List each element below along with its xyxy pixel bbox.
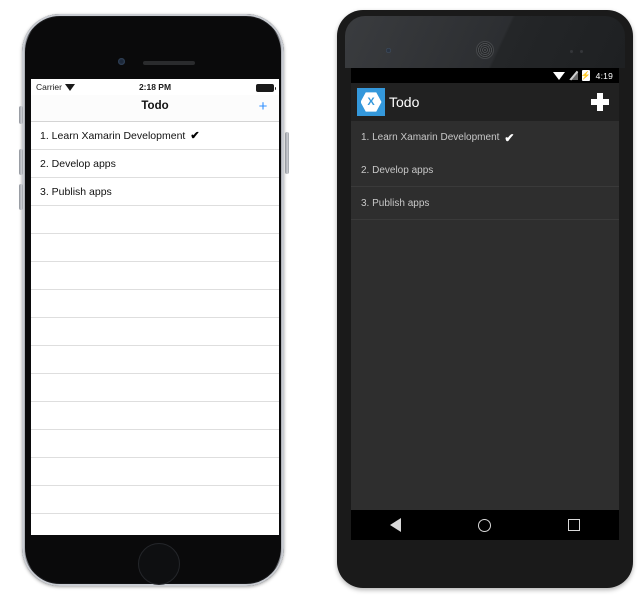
empty-list-row bbox=[31, 234, 279, 262]
empty-list-row bbox=[31, 346, 279, 374]
add-item-button[interactable] bbox=[591, 93, 609, 111]
android-clock: 4:19 bbox=[595, 70, 613, 81]
android-empty-area bbox=[351, 220, 619, 478]
checkmark-icon: ✔ bbox=[504, 130, 515, 145]
list-item-label: 1. Learn Xamarin Development bbox=[40, 129, 186, 142]
proximity-sensor bbox=[570, 50, 573, 53]
empty-list-row bbox=[31, 206, 279, 234]
home-button-outer[interactable] bbox=[138, 543, 180, 585]
home-icon[interactable] bbox=[477, 518, 491, 532]
android-action-bar: X Todo bbox=[351, 83, 619, 121]
empty-list-row bbox=[31, 290, 279, 318]
recents-icon[interactable] bbox=[568, 519, 581, 531]
ios-status-bar: Carrier 2:18 PM bbox=[31, 79, 279, 95]
android-status-bar: ⚡ 4:19 bbox=[351, 68, 619, 83]
empty-list-row bbox=[31, 374, 279, 402]
empty-list-row bbox=[31, 486, 279, 514]
iphone-device: Carrier 2:18 PM Todo + 1. Learn Xamarin … bbox=[14, 14, 292, 586]
empty-list-row bbox=[31, 458, 279, 486]
volume-down-button[interactable] bbox=[19, 184, 23, 210]
list-item[interactable]: 2. Develop apps bbox=[31, 150, 279, 178]
xamarin-hexagon-icon: X bbox=[360, 92, 382, 112]
add-item-button[interactable]: + bbox=[255, 99, 271, 115]
list-item-label: 3. Publish apps bbox=[361, 197, 430, 209]
ios-navigation-bar: Todo + bbox=[31, 95, 279, 122]
signal-off-icon bbox=[568, 71, 578, 80]
list-item[interactable]: 1. Learn Xamarin Development ✔ bbox=[351, 121, 619, 154]
android-device: ⚡ 4:19 X Todo 1. Learn Xamarin Developme… bbox=[337, 10, 633, 590]
android-screen: ⚡ 4:19 X Todo 1. Learn Xamarin Developme… bbox=[351, 68, 619, 540]
volume-up-button[interactable] bbox=[19, 149, 23, 175]
power-button[interactable] bbox=[285, 132, 289, 174]
earpiece-speaker bbox=[143, 61, 195, 65]
silent-switch[interactable] bbox=[19, 106, 23, 124]
empty-list-row bbox=[31, 318, 279, 346]
list-item[interactable]: 1. Learn Xamarin Development ✔ bbox=[31, 122, 279, 150]
front-camera-icon bbox=[386, 48, 391, 53]
battery-icon bbox=[256, 83, 276, 92]
battery-charging-icon: ⚡ bbox=[580, 70, 591, 81]
android-todo-list[interactable]: 1. Learn Xamarin Development ✔ 2. Develop … bbox=[351, 121, 619, 220]
ios-clock: 2:18 PM bbox=[138, 82, 172, 92]
empty-list-row bbox=[31, 402, 279, 430]
list-item-label: 2. Develop apps bbox=[361, 164, 434, 176]
list-item-label: 1. Learn Xamarin Development bbox=[361, 132, 500, 143]
checkmark-icon: ✔ bbox=[190, 130, 200, 142]
front-camera-icon bbox=[118, 58, 125, 65]
iphone-screen: Carrier 2:18 PM Todo + 1. Learn Xamarin … bbox=[31, 79, 279, 535]
list-item-label: 3. Publish apps bbox=[40, 185, 112, 198]
device-comparison-stage: Carrier 2:18 PM Todo + 1. Learn Xamarin … bbox=[0, 0, 643, 600]
back-icon[interactable] bbox=[389, 518, 401, 532]
ios-todo-list[interactable]: 1. Learn Xamarin Development ✔ 2. Develop … bbox=[31, 122, 279, 514]
wifi-icon bbox=[552, 71, 565, 80]
list-item[interactable]: 3. Publish apps bbox=[31, 178, 279, 206]
xamarin-logo: X bbox=[357, 88, 385, 116]
list-item-label: 2. Develop apps bbox=[40, 157, 116, 170]
android-navigation-bar bbox=[351, 510, 619, 540]
page-title: Todo bbox=[389, 94, 420, 110]
list-item[interactable]: 3. Publish apps bbox=[351, 187, 619, 220]
page-title: Todo bbox=[141, 100, 169, 112]
empty-list-row bbox=[31, 430, 279, 458]
light-sensor bbox=[580, 50, 583, 53]
list-item[interactable]: 2. Develop apps bbox=[351, 154, 619, 187]
earpiece-speaker bbox=[476, 41, 494, 59]
empty-list-row bbox=[31, 262, 279, 290]
